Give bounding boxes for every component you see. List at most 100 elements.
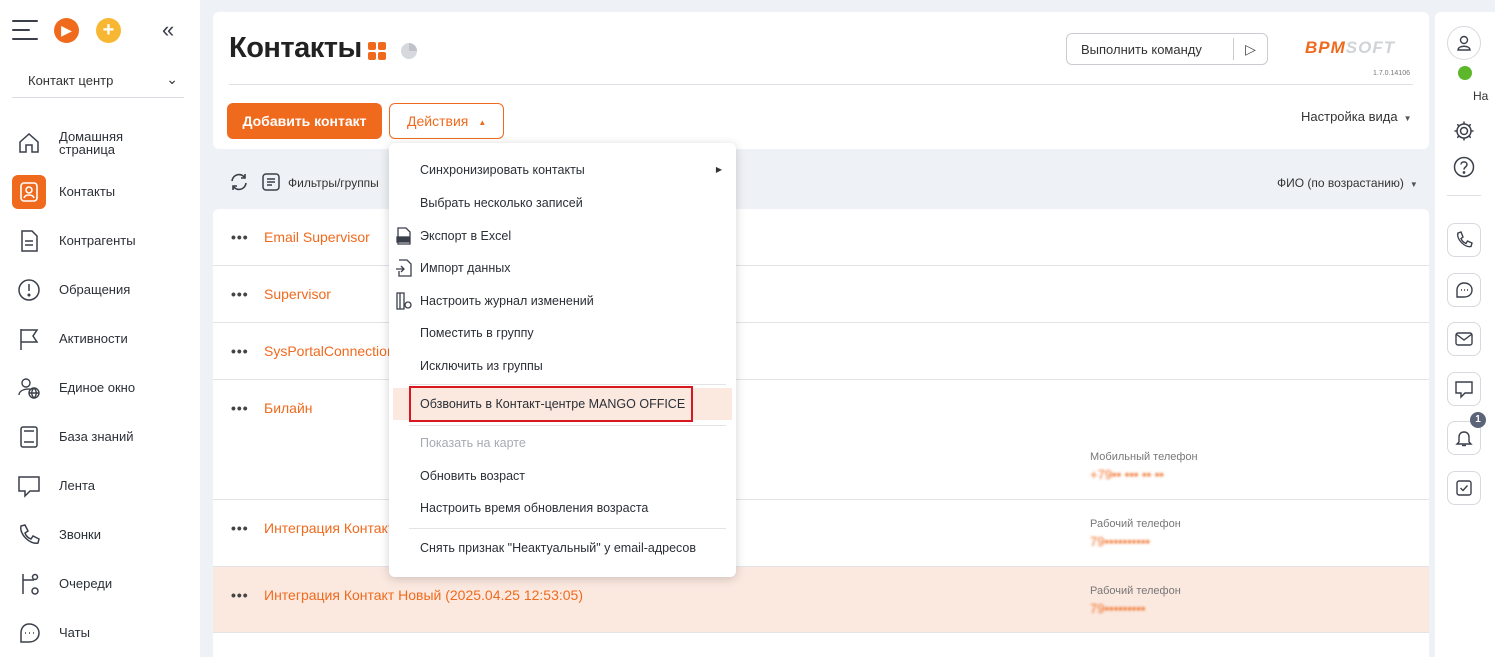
row-menu-icon[interactable]: ••• (231, 400, 249, 416)
row-menu-icon[interactable]: ••• (231, 587, 249, 603)
row-menu-icon[interactable]: ••• (231, 286, 249, 302)
phone-icon (12, 518, 46, 552)
rightbar-divider (1447, 195, 1481, 196)
row-menu-icon[interactable]: ••• (231, 520, 249, 536)
menu-item-label: Настроить журнал изменений (420, 294, 594, 308)
menu-item-age-update-time[interactable]: Настроить время обновления возраста (389, 492, 736, 524)
excel-export-icon (396, 227, 411, 245)
phone-label: Рабочий телефон (1090, 518, 1181, 530)
notification-count-badge: 1 (1470, 412, 1486, 428)
email-panel-button[interactable] (1447, 322, 1481, 356)
menu-item-update-age[interactable]: Обновить возраст (389, 460, 736, 492)
sidebar-item-label: Очереди (59, 576, 113, 591)
sidebar-item-label: Единое окно (59, 380, 136, 395)
sort-select[interactable]: ФИО (по возрастанию) ▼ (1277, 176, 1418, 190)
sidebar-item-queues[interactable]: Очереди (0, 559, 200, 608)
refresh-icon[interactable] (229, 172, 249, 192)
contact-name-link[interactable]: Supervisor (264, 286, 331, 302)
phone-label: Рабочий телефон (1090, 585, 1181, 597)
collapse-sidebar-icon[interactable]: « (162, 17, 174, 43)
gear-icon[interactable] (1453, 120, 1475, 142)
sidebar-item-feed[interactable]: Лента (0, 461, 200, 510)
sidebar-item-label: Контрагенты (59, 233, 136, 248)
menu-item-label: Поместить в группу (420, 326, 534, 340)
run-command-icon[interactable]: ▷ (1233, 38, 1267, 60)
actions-button[interactable]: Действия ▲ (389, 103, 504, 139)
document-icon (12, 224, 46, 258)
contact-name-link[interactable]: Email Supervisor (264, 229, 370, 245)
tasks-panel-button[interactable] (1447, 471, 1481, 505)
book-icon (12, 420, 46, 454)
workspace-select[interactable]: Контакт центр ⌄ (12, 66, 184, 98)
actions-button-label: Действия (407, 113, 469, 129)
filter-list-icon[interactable] (261, 172, 281, 192)
phone-value[interactable]: 79•••••••••• (1090, 534, 1150, 549)
dashboard-grid-icon[interactable] (368, 42, 386, 60)
actions-dropdown-menu: Синхронизировать контакты ▶ Выбрать неск… (389, 143, 736, 577)
filters-groups-button[interactable]: Фильтры/группы (288, 176, 379, 190)
chevron-down-icon: ⌄ (166, 71, 178, 87)
user-profile-button[interactable] (1447, 26, 1481, 60)
sidebar-item-single-window[interactable]: Единое окно (0, 363, 200, 412)
row-menu-icon[interactable]: ••• (231, 229, 249, 245)
pie-chart-icon[interactable] (400, 42, 418, 60)
chat-bubble-icon (12, 469, 46, 503)
menu-item-label: Снять признак "Неактуальный" у email-адр… (420, 541, 697, 555)
phone-value[interactable]: 79••••••••• (1090, 601, 1145, 616)
menu-item-export-excel[interactable]: Экспорт в Excel (389, 220, 736, 252)
menu-divider (409, 528, 726, 529)
menu-item-add-to-group[interactable]: Поместить в группу (389, 317, 736, 349)
contact-name-link[interactable]: SysPortalConnection (264, 343, 395, 359)
calls-panel-button[interactable] (1447, 223, 1481, 257)
highlight-frame (409, 386, 693, 422)
help-icon[interactable] (1453, 156, 1475, 178)
sidebar-item-label: Активности (59, 331, 128, 346)
menu-item-import-data[interactable]: Импорт данных (389, 252, 736, 284)
sort-label: ФИО (по возрастанию) (1277, 176, 1404, 190)
menu-item-clear-inactive-email[interactable]: Снять признак "Неактуальный" у email-адр… (389, 532, 736, 564)
menu-item-remove-from-group[interactable]: Исключить из группы (389, 350, 736, 382)
view-settings-button[interactable]: Настройка вида ▼ (1301, 109, 1412, 124)
menu-item-label: Исключить из группы (420, 359, 543, 373)
sidebar-item-home[interactable]: Домашняя страница (0, 118, 200, 167)
logo-text-soft: SOFT (1345, 38, 1396, 57)
menu-icon[interactable] (12, 20, 38, 40)
sidebar-item-label: Чаты (59, 625, 90, 640)
user-globe-icon (12, 371, 46, 405)
command-placeholder: Выполнить команду (1081, 42, 1202, 57)
feed-panel-button[interactable] (1447, 372, 1481, 406)
sidebar-item-accounts[interactable]: Контрагенты (0, 216, 200, 265)
contact-name-link[interactable]: Интеграция Контакт Новый (2025.04.25 12:… (264, 587, 583, 603)
menu-item-label: Настроить время обновления возраста (420, 501, 649, 515)
contact-name-link[interactable]: Билайн (264, 400, 313, 416)
sidebar-item-chats[interactable]: Чаты (0, 608, 200, 657)
journal-settings-icon (396, 292, 412, 310)
command-input[interactable]: Выполнить команду ▷ (1066, 33, 1268, 65)
menu-item-select-multiple[interactable]: Выбрать несколько записей (389, 187, 736, 219)
add-contact-button[interactable]: Добавить контакт (227, 103, 382, 139)
sidebar-item-contacts[interactable]: Контакты (0, 167, 200, 216)
sidebar-item-activities[interactable]: Активности (0, 314, 200, 363)
sidebar-item-cases[interactable]: Обращения (0, 265, 200, 314)
chat-panel-button[interactable] (1447, 273, 1481, 307)
play-icon[interactable]: ▶ (54, 18, 79, 43)
contact-name-link[interactable]: Интеграция Контакт (264, 520, 394, 536)
add-icon[interactable]: + (96, 18, 121, 43)
row-menu-icon[interactable]: ••• (231, 343, 249, 359)
menu-item-change-log-settings[interactable]: Настроить журнал изменений (389, 285, 736, 317)
sidebar-item-knowledge-base[interactable]: База знаний (0, 412, 200, 461)
phone-value[interactable]: +79•• ••• •• •• (1090, 467, 1164, 482)
menu-item-label: Обновить возраст (420, 469, 525, 483)
phone-label: Мобильный телефон (1090, 451, 1198, 463)
menu-item-label: Показать на карте (420, 436, 526, 450)
submenu-arrow-icon: ▶ (715, 165, 722, 174)
menu-item-sync-contacts[interactable]: Синхронизировать контакты ▶ (389, 154, 736, 186)
sidebar-item-label: Звонки (59, 527, 101, 542)
page-title: Контакты (229, 32, 362, 64)
workspace-label: Контакт центр (28, 73, 114, 88)
menu-item-label: Выбрать несколько записей (420, 196, 583, 210)
sidebar-item-calls[interactable]: Звонки (0, 510, 200, 559)
view-settings-label: Настройка вида (1301, 109, 1398, 124)
chats-icon (1456, 282, 1473, 298)
menu-divider (409, 425, 726, 426)
